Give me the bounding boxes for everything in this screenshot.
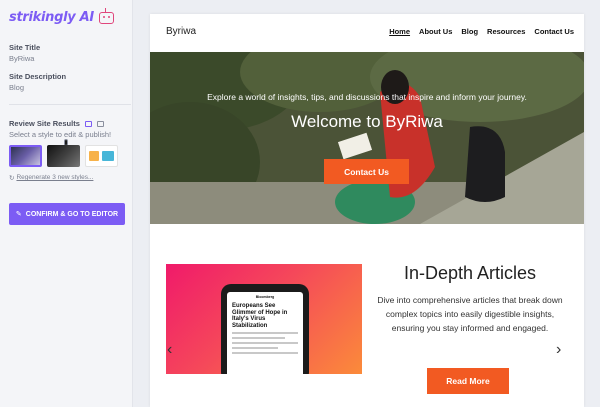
hero-title: Welcome to ByRiwa: [291, 112, 443, 131]
hero-section: Explore a world of insights, tips, and d…: [150, 52, 584, 224]
site-description-value[interactable]: Blog: [9, 83, 24, 92]
review-hint: Select a style to edit & publish!: [9, 130, 112, 139]
style-thumbnail-3[interactable]: [85, 145, 118, 167]
hero-background-image: [150, 52, 584, 224]
desktop-icon[interactable]: [84, 120, 92, 127]
text-line: [232, 342, 298, 344]
confirm-label: CONFIRM & GO TO EDITOR: [25, 210, 119, 218]
read-more-button[interactable]: Read More: [427, 368, 509, 394]
nav-blog[interactable]: Blog: [461, 27, 478, 36]
style-thumbnail-1[interactable]: [9, 145, 42, 167]
phone-mockup: Bloomberg Europeans See Glimmer of Hope …: [221, 284, 309, 374]
tablet-icon[interactable]: [96, 120, 104, 127]
pencil-icon: ✎: [15, 211, 22, 218]
nav-contact[interactable]: Contact Us: [534, 27, 574, 36]
robot-icon: [98, 7, 114, 24]
nav-about[interactable]: About Us: [419, 27, 452, 36]
nav-resources[interactable]: Resources: [487, 27, 525, 36]
refresh-icon: ↻: [9, 175, 15, 182]
article-title: In-Depth Articles: [403, 263, 537, 283]
phone-screen: Bloomberg Europeans See Glimmer of Hope …: [227, 292, 303, 374]
phone-source: Bloomberg: [255, 295, 275, 299]
logo-text: strikingly AI: [9, 10, 94, 25]
text-line: [232, 337, 285, 339]
site-title-label: Site Title: [9, 43, 41, 52]
contact-us-button[interactable]: Contact Us: [324, 159, 409, 184]
regenerate-link[interactable]: ↻ Regenerate 3 new styles...: [9, 174, 93, 182]
text-line: [232, 347, 279, 349]
carousel-prev-arrow[interactable]: ‹: [167, 341, 172, 359]
review-row: Review Site Results: [9, 119, 104, 146]
review-label: Review Site Results: [9, 119, 80, 128]
style-thumbnails: [9, 145, 118, 167]
article-image: Bloomberg Europeans See Glimmer of Hope …: [166, 264, 362, 374]
style-thumbnail-2[interactable]: [47, 145, 80, 167]
divider: [9, 104, 131, 105]
nav-links: Home About Us Blog Resources Contact Us: [389, 27, 574, 36]
site-description-label: Site Description: [9, 72, 67, 81]
nav-home[interactable]: Home: [389, 27, 410, 36]
hero-subtitle: Explore a world of insights, tips, and d…: [207, 92, 527, 102]
site-preview: Byriwa Home About Us Blog Resources Cont…: [150, 14, 584, 407]
site-brand[interactable]: Byriwa: [166, 26, 196, 37]
confirm-button[interactable]: ✎ CONFIRM & GO TO EDITOR: [9, 203, 125, 225]
logo: strikingly AI: [9, 7, 114, 25]
site-title-value[interactable]: ByRiwa: [9, 54, 34, 63]
text-line: [232, 352, 298, 354]
site-nav: Byriwa Home About Us Blog Resources Cont…: [150, 14, 584, 52]
left-panel: strikingly AI Site Title ByRiwa Site Des…: [0, 0, 133, 407]
regenerate-label: Regenerate 3 new styles...: [16, 174, 94, 181]
article-description: Dive into comprehensive articles that br…: [377, 295, 563, 333]
carousel-next-arrow[interactable]: ›: [556, 341, 561, 359]
text-line: [232, 332, 298, 334]
phone-headline: Europeans See Glimmer of Hope in Italy's…: [232, 303, 288, 329]
